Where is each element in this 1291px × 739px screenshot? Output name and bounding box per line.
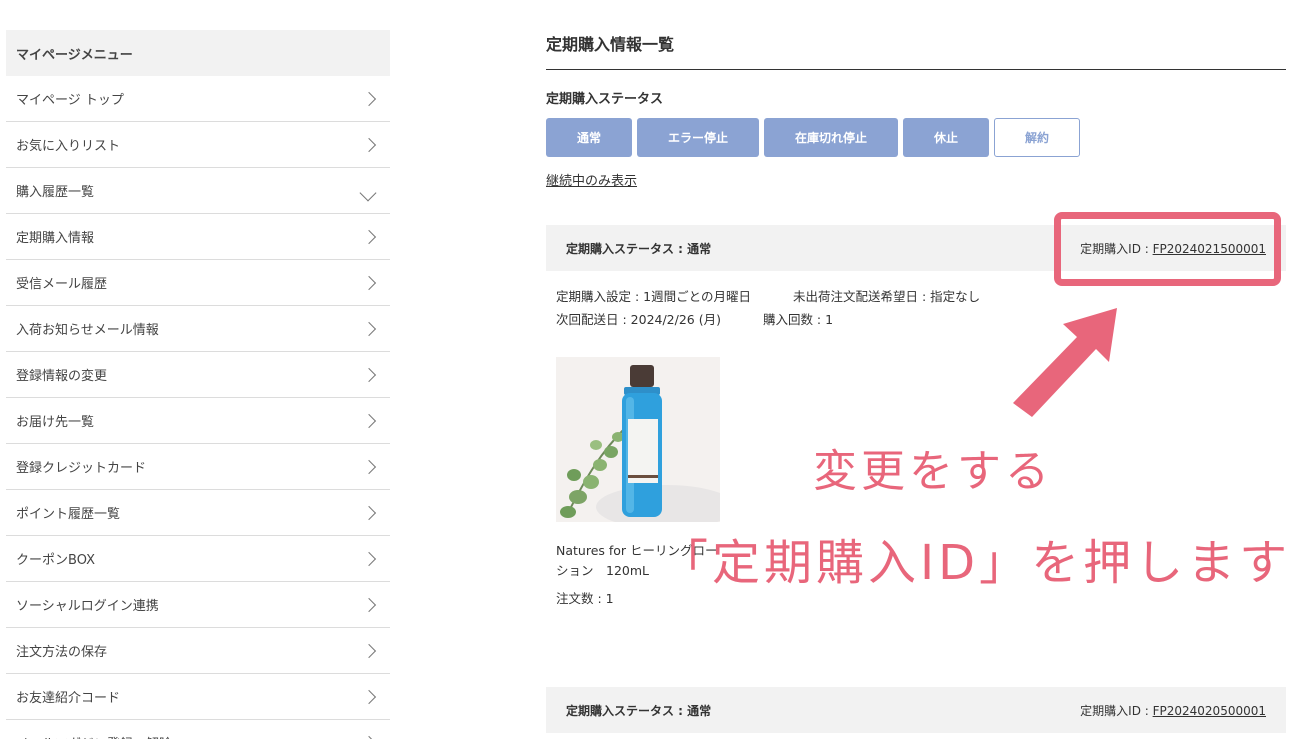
- sidebar-item[interactable]: お友達紹介コード: [6, 674, 390, 720]
- filter-out-of-stock-button[interactable]: 在庫切れ停止: [764, 118, 898, 157]
- subscription-details: 定期購入設定 : 1週間ごとの月曜日 未出荷注文配送希望日 : 指定なし 次回配…: [556, 285, 980, 331]
- sidebar-item-label: お届け先一覧: [16, 415, 95, 430]
- chevron-right-icon: [361, 689, 377, 704]
- unshipped-delivery-date: 未出荷注文配送希望日 : 指定なし: [792, 289, 981, 304]
- subscription-setting: 定期購入設定 : 1週間ごとの月曜日: [556, 289, 751, 304]
- chevron-right-icon: [361, 91, 377, 106]
- chevron-right-icon: [361, 275, 377, 290]
- product-image[interactable]: [556, 357, 720, 522]
- subscription-id-link[interactable]: FP2024020500001: [1153, 704, 1266, 718]
- sidebar-item[interactable]: クーポンBOX: [6, 536, 390, 582]
- purchase-count: 購入回数 : 1: [762, 312, 834, 327]
- filter-normal-button[interactable]: 通常: [546, 118, 632, 157]
- sidebar-item-label: ソーシャルログイン連携: [16, 599, 159, 614]
- sidebar-item[interactable]: 受信メール履歴: [6, 260, 390, 306]
- sidebar-list: マイページ トップ お気に入りリスト 購入履歴一覧 定期購入情報 受信メール履歴入荷お知…: [6, 76, 390, 739]
- sidebar-item[interactable]: ポイント履歴一覧: [6, 490, 390, 536]
- annotation-highlight-box: [1054, 212, 1281, 286]
- chevron-right-icon: [361, 505, 377, 520]
- sidebar-item-label: クーポンBOX: [16, 553, 95, 568]
- title-divider: [546, 69, 1286, 70]
- chevron-right-icon: [361, 229, 377, 244]
- sidebar-item-label: 登録情報の変更: [16, 369, 108, 384]
- status-filter-label: 定期購入ステータス: [546, 92, 664, 107]
- mypage-sidebar: マイページメニュー マイページ トップ お気に入りリスト 購入履歴一覧 定期購入情報受…: [6, 30, 390, 739]
- order-count: 注文数 : 1: [556, 591, 614, 606]
- sidebar-item[interactable]: お気に入りリスト: [6, 122, 390, 168]
- sidebar-item-label: メールマガジン登録・解除: [16, 733, 172, 739]
- chevron-right-icon: [361, 413, 377, 428]
- sidebar-item-label: 受信メール履歴: [16, 277, 108, 292]
- subscription-header: 定期購入ステータス : 通常 定期購入ID : FP2024020500001: [546, 687, 1286, 733]
- sidebar-item[interactable]: 注文方法の保存: [6, 628, 390, 674]
- sidebar-item-label: 定期購入情報: [16, 231, 95, 246]
- sidebar-item-label: 購入履歴一覧: [16, 185, 95, 200]
- subscription-id-label: 定期購入ID :: [1080, 703, 1153, 718]
- sidebar-item-label: マイページ トップ: [16, 93, 124, 108]
- sidebar-item[interactable]: 登録クレジットカード: [6, 444, 390, 490]
- status-filter-buttons: 通常 エラー停止 在庫切れ停止 休止 解約: [546, 118, 1080, 157]
- sidebar-item[interactable]: マイページ トップ: [6, 76, 390, 122]
- annotation-arrow-icon: [1013, 308, 1117, 417]
- page-title: 定期購入情報一覧: [546, 35, 675, 54]
- chevron-right-icon: [361, 137, 377, 152]
- filter-paused-button[interactable]: 休止: [903, 118, 989, 157]
- chevron-right-icon: [361, 643, 377, 658]
- chevron-right-icon: [361, 597, 377, 612]
- sidebar-item[interactable]: 入荷お知らせメール情報: [6, 306, 390, 352]
- sidebar-title: マイページメニュー: [6, 30, 390, 76]
- sidebar-item-label: 注文方法の保存: [16, 645, 108, 660]
- sidebar-item[interactable]: 購入履歴一覧: [6, 168, 390, 214]
- sidebar-item[interactable]: 定期購入情報: [6, 214, 390, 260]
- sidebar-item[interactable]: 登録情報の変更: [6, 352, 390, 398]
- chevron-right-icon: [361, 551, 377, 566]
- chevron-right-icon: [361, 735, 377, 739]
- subscription-id-wrapper: 定期購入ID : FP2024020500001: [1080, 702, 1266, 719]
- next-ship-date: 次回配送日 : 2024/2/26 (月): [556, 312, 721, 327]
- annotation-text-line2: 「定期購入ID」を押します: [660, 535, 1291, 591]
- sidebar-item-label: 入荷お知らせメール情報: [16, 323, 159, 338]
- filter-cancelled-button[interactable]: 解約: [994, 118, 1080, 157]
- lotion-bottle-illustration: [556, 357, 720, 522]
- chevron-right-icon: [361, 459, 377, 474]
- sidebar-item-label: ポイント履歴一覧: [16, 507, 121, 522]
- chevron-right-icon: [361, 367, 377, 382]
- annotation-text-line1: 変更をする: [813, 446, 1053, 497]
- sidebar-item[interactable]: お届け先一覧: [6, 398, 390, 444]
- chevron-right-icon: [361, 321, 377, 336]
- subscription-status: 定期購入ステータス : 通常: [566, 703, 712, 718]
- chevron-down-icon: [359, 184, 377, 201]
- sidebar-item-label: 登録クレジットカード: [16, 461, 147, 476]
- sidebar-item[interactable]: ソーシャルログイン連携: [6, 582, 390, 628]
- sidebar-item[interactable]: メールマガジン登録・解除: [6, 720, 390, 739]
- filter-error-stop-button[interactable]: エラー停止: [637, 118, 759, 157]
- sidebar-item-label: お気に入りリスト: [16, 139, 121, 154]
- show-active-only-link[interactable]: 継続中のみ表示: [546, 170, 637, 189]
- sidebar-item-label: お友達紹介コード: [16, 691, 121, 706]
- subscription-status: 定期購入ステータス : 通常: [566, 241, 712, 256]
